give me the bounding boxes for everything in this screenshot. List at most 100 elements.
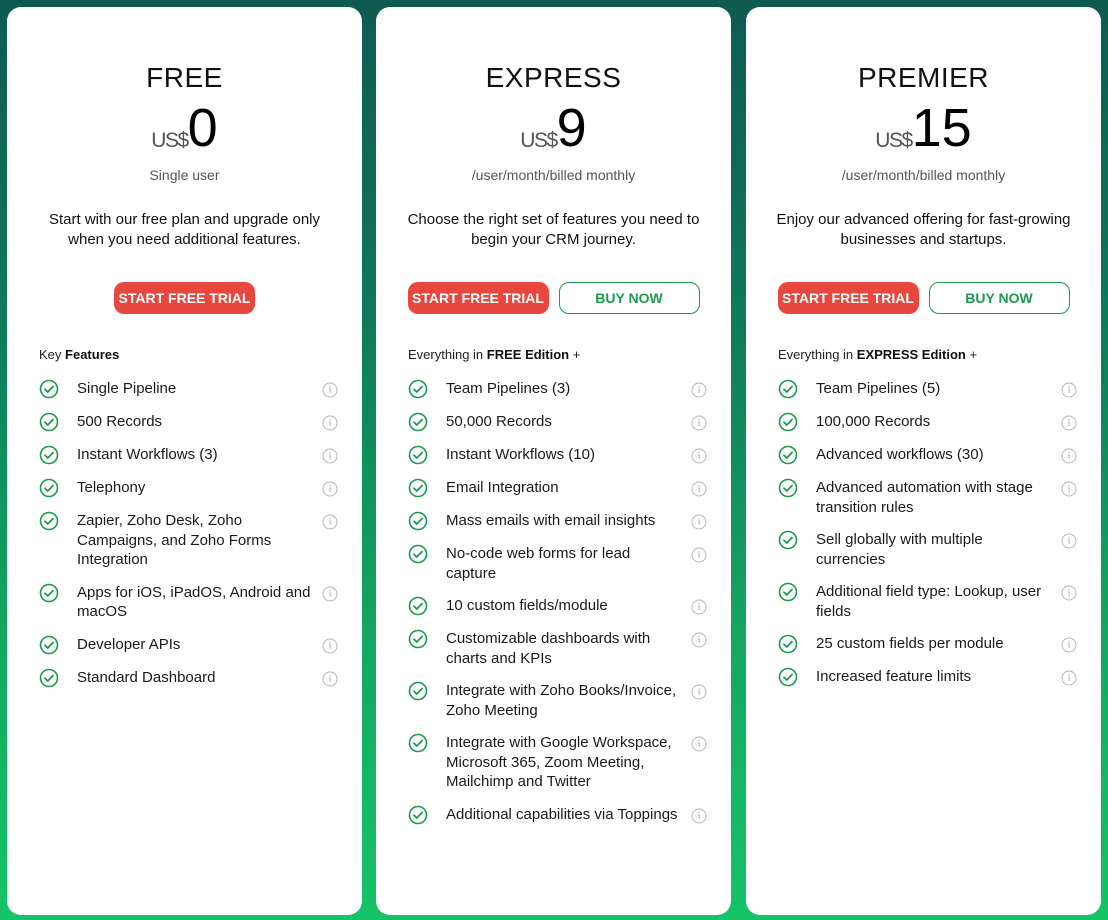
info-icon[interactable] [322, 481, 338, 497]
buy-now-button[interactable]: BUY NOW [558, 282, 700, 314]
feature-text: Integrate with Zoho Books/Invoice, Zoho … [446, 682, 677, 719]
feature-item: Apps for iOS, iPadOS, Android and macOS [39, 583, 338, 622]
info-icon[interactable] [691, 415, 707, 431]
feature-item: 500 Records [39, 412, 338, 432]
feature-item: Sell globally with multiple currencies [778, 530, 1077, 569]
plan-actions: START FREE TRIAL BUY NOW [746, 282, 1101, 314]
feature-item: 100,000 Records [778, 412, 1077, 432]
feature-text: Integrate with Google Workspace, Microso… [446, 734, 672, 790]
check-circle-icon [778, 634, 798, 654]
plan-description: Choose the right set of features you nee… [407, 211, 700, 248]
info-icon[interactable] [1061, 448, 1077, 464]
check-circle-icon [408, 478, 428, 498]
info-icon[interactable] [691, 382, 707, 398]
feature-text: 500 Records [77, 413, 163, 430]
plan-actions: START FREE TRIAL BUY NOW [376, 282, 731, 314]
plan-description: Start with our free plan and upgrade onl… [48, 211, 320, 248]
feature-item: 50,000 Records [408, 412, 707, 432]
check-circle-icon [39, 668, 59, 688]
check-circle-icon [778, 530, 798, 550]
plan-actions: START FREE TRIAL [7, 282, 362, 314]
plan-card-free: FREE US$0 Single user Start with our fre… [7, 7, 362, 915]
features-heading-prefix: Everything in [778, 347, 854, 362]
check-circle-icon [778, 667, 798, 687]
feature-text: Apps for iOS, iPadOS, Android and macOS [77, 583, 311, 621]
price-subtitle: /user/month/billed monthly [841, 167, 1006, 183]
feature-item: Team Pipelines (3) [408, 379, 707, 399]
feature-item: Additional capabilities via Toppings [408, 805, 707, 825]
info-icon[interactable] [322, 586, 338, 602]
plan-name: FREE [146, 62, 223, 93]
check-circle-icon [408, 596, 428, 616]
info-icon[interactable] [691, 632, 707, 648]
price-currency: US$ [151, 129, 189, 152]
feature-list: Team Pipelines (5) 100,000 Records Advance… [778, 379, 1077, 700]
check-circle-icon [39, 412, 59, 432]
feature-item: Advanced workflows (30) [778, 445, 1077, 465]
features-heading-bold: EXPRESS Edition [856, 347, 966, 362]
start-free-trial-button[interactable]: START FREE TRIAL [777, 282, 919, 314]
feature-item: Customizable dashboards with charts and … [408, 629, 707, 668]
feature-item: Increased feature limits [778, 667, 1077, 687]
info-icon[interactable] [1061, 533, 1077, 549]
features-heading-bold: FREE Edition [486, 347, 570, 362]
start-free-trial-button[interactable]: START FREE TRIAL [114, 282, 255, 314]
check-circle-icon [408, 629, 428, 649]
feature-text: Additional capabilities via Toppings [446, 805, 678, 823]
info-icon[interactable] [322, 638, 338, 654]
info-icon[interactable] [691, 481, 707, 497]
info-icon[interactable] [691, 684, 707, 700]
plan-card-express: EXPRESS US$9 /user/month/billed monthly … [376, 7, 731, 915]
feature-text: 100,000 Records [816, 413, 931, 430]
feature-text: 50,000 Records [446, 413, 552, 430]
price-currency: US$ [875, 129, 913, 152]
price-amount: 0 [187, 98, 218, 158]
feature-text: Advanced automation with stage transitio… [816, 479, 1033, 516]
check-circle-icon [39, 445, 59, 465]
check-circle-icon [408, 681, 428, 701]
info-icon[interactable] [1061, 670, 1077, 686]
check-circle-icon [39, 511, 59, 531]
feature-text: Sell globally with multiple currencies [816, 531, 983, 568]
feature-text: Team Pipelines (5) [816, 380, 941, 397]
feature-list: Team Pipelines (3) 50,000 Records Instant … [408, 379, 707, 838]
info-icon[interactable] [691, 599, 707, 615]
plan-description: Enjoy our advanced offering for fast-gro… [776, 211, 1071, 248]
info-icon[interactable] [691, 736, 707, 752]
info-icon[interactable] [691, 547, 707, 563]
feature-text: Advanced workflows (30) [816, 446, 984, 463]
features-heading-bold: Features [65, 347, 120, 362]
feature-text: Email Integration [446, 479, 559, 496]
info-icon[interactable] [322, 382, 338, 398]
feature-text: Developer APIs [77, 635, 181, 653]
buy-now-button[interactable]: BUY NOW [928, 282, 1070, 314]
info-icon[interactable] [322, 415, 338, 431]
features-heading-suffix: + [572, 347, 581, 362]
info-icon[interactable] [691, 448, 707, 464]
feature-item: Advanced automation with stage transitio… [778, 478, 1077, 517]
features-heading-suffix: + [969, 347, 978, 362]
info-icon[interactable] [322, 514, 338, 530]
start-free-trial-button[interactable]: START FREE TRIAL [407, 282, 549, 314]
features-heading-prefix: Key [39, 347, 62, 362]
info-icon[interactable] [1061, 415, 1077, 431]
feature-item: Mass emails with email insights [408, 511, 707, 531]
info-icon[interactable] [322, 671, 338, 687]
feature-item: Additional field type: Lookup, user fiel… [778, 582, 1077, 621]
features-heading: Everything in FREE Edition + [408, 347, 580, 362]
info-icon[interactable] [1061, 382, 1077, 398]
feature-text: Customizable dashboards with charts and … [446, 630, 651, 667]
info-icon[interactable] [691, 808, 707, 824]
price-amount: 15 [911, 98, 972, 158]
info-icon[interactable] [691, 514, 707, 530]
info-icon[interactable] [1061, 637, 1077, 653]
plan-price: US$0 [7, 99, 362, 157]
info-icon[interactable] [1061, 585, 1077, 601]
feature-list: Single Pipeline 500 Records Instant Workfl… [39, 379, 338, 701]
feature-item: Instant Workflows (10) [408, 445, 707, 465]
feature-text: Standard Dashboard [77, 668, 216, 686]
check-circle-icon [39, 478, 59, 498]
info-icon[interactable] [1061, 481, 1077, 497]
info-icon[interactable] [322, 448, 338, 464]
feature-text: Telephony [77, 479, 146, 496]
